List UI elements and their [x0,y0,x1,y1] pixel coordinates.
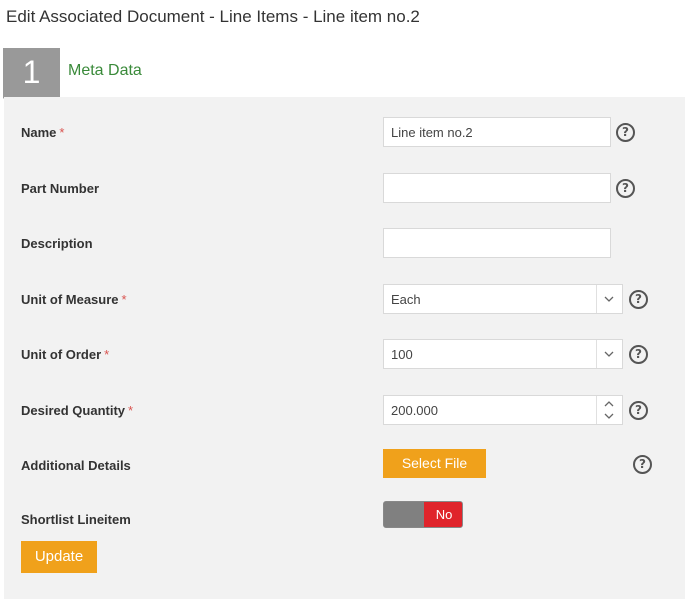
update-button[interactable]: Update [21,541,97,573]
step-header: 1 Meta Data [0,48,685,122]
select-file-button[interactable]: Select File [383,449,486,478]
chevron-down-icon[interactable] [603,411,615,421]
desired-quantity-row: Desired Quantity * 200.000 ? [4,393,685,427]
additional-details-help-icon[interactable]: ? [633,455,652,474]
toggle-state-label: No [424,502,462,527]
page-title: Edit Associated Document - Line Items - … [6,7,420,26]
unit-of-order-select[interactable]: 100 [383,339,623,369]
unit-of-measure-value: Each [391,292,421,307]
name-help-icon[interactable]: ? [616,123,635,142]
chevron-up-icon[interactable] [603,399,615,409]
unit-of-order-row: Unit of Order * 100 ? [4,337,685,371]
toggle-knob [384,502,424,527]
unit-of-order-value: 100 [391,347,413,362]
description-label: Description [21,236,93,251]
part-number-label: Part Number [21,181,100,196]
shortlist-label: Shortlist Lineitem [21,512,131,527]
desired-quantity-label: Desired Quantity * [21,403,134,418]
part-number-row: Part Number ? [4,171,685,205]
desired-quantity-stepper[interactable]: 200.000 [383,395,623,425]
required-marker: * [59,125,65,140]
required-marker: * [104,347,110,362]
name-label: Name * [21,125,65,140]
additional-details-row: Additional Details ? [4,448,685,482]
select-separator [596,340,597,368]
chevron-down-icon[interactable] [603,346,615,362]
additional-details-label: Additional Details [21,458,131,473]
step-label-meta-data[interactable]: Meta Data [68,62,142,80]
unit-of-measure-help-icon[interactable]: ? [629,290,648,309]
name-row: Name * Line item no.2 ? [4,115,685,149]
part-number-input[interactable] [383,173,611,203]
unit-of-measure-select[interactable]: Each [383,284,623,314]
part-number-help-icon[interactable]: ? [616,179,635,198]
description-row: Description [4,226,685,260]
required-marker: * [128,403,134,418]
shortlist-toggle[interactable]: No [383,501,463,528]
desired-quantity-help-icon[interactable]: ? [629,401,648,420]
name-input[interactable]: Line item no.2 [383,117,611,147]
shortlist-row: Shortlist Lineitem [4,502,685,536]
desired-quantity-value: 200.000 [391,403,438,418]
unit-of-measure-row: Unit of Measure * Each ? [4,282,685,316]
select-separator [596,285,597,313]
stepper-separator [596,396,597,424]
chevron-down-icon[interactable] [603,291,615,307]
unit-of-measure-label: Unit of Measure * [21,292,127,307]
step-number: 1 [22,54,41,90]
unit-of-order-label: Unit of Order * [21,347,110,362]
name-input-value: Line item no.2 [391,125,473,140]
required-marker: * [121,292,127,307]
unit-of-order-help-icon[interactable]: ? [629,345,648,364]
description-input[interactable] [383,228,611,258]
form-panel: Name * Line item no.2 ? Part Number ? Des… [4,97,685,599]
